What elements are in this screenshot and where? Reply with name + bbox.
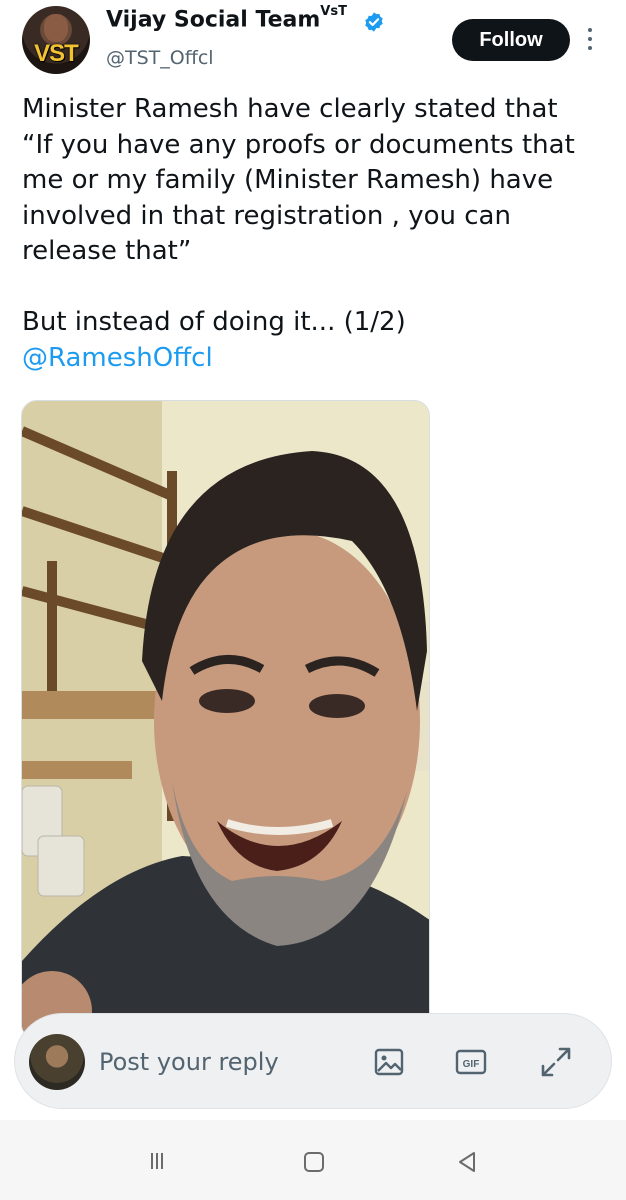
avatar-logo-text: VST (34, 40, 79, 67)
tweet-line: But instead of doing it... (1/2) (22, 307, 406, 337)
tweet-text: Minister Ramesh have clearly stated that… (22, 92, 612, 376)
gif-icon[interactable]: GIF (455, 1046, 487, 1078)
tweet-header: VST Vijay Social TeamVsT @TST_Offcl Foll… (0, 0, 626, 90)
author-avatar[interactable]: VST (22, 6, 90, 74)
expand-icon[interactable] (538, 1044, 574, 1080)
recent-apps-icon[interactable] (146, 1150, 168, 1172)
tweet-line: Minister Ramesh have clearly stated that (22, 94, 558, 124)
reply-composer: GIF (14, 1013, 612, 1109)
author-handle[interactable]: @TST_Offcl (106, 47, 214, 69)
display-name-text: Vijay Social Team (106, 7, 321, 33)
author-display-name[interactable]: Vijay Social TeamVsT (106, 4, 347, 33)
tweet-line: “If you have any proofs or documents tha… (22, 129, 575, 160)
mention-link[interactable]: @RameshOffcl (22, 343, 213, 373)
home-square-icon[interactable] (302, 1150, 326, 1174)
tweet-video[interactable] (21, 400, 430, 1040)
reply-user-avatar (29, 1034, 85, 1090)
display-name-superscript: VsT (320, 4, 347, 19)
tweet-line: involved in that registration , you can (22, 200, 511, 231)
reply-input[interactable] (99, 1042, 359, 1082)
follow-button[interactable]: Follow (452, 19, 570, 61)
svg-text:GIF: GIF (463, 1059, 480, 1070)
avatar-face (44, 14, 68, 42)
image-icon[interactable] (373, 1046, 405, 1078)
tweet-line: me or my family (Minister Ramesh) have (22, 165, 554, 195)
more-vertical-icon[interactable] (583, 28, 597, 56)
video-frame-illustration (22, 401, 429, 1039)
tweet-line: release that” (22, 236, 192, 266)
back-triangle-icon[interactable] (455, 1150, 479, 1174)
verified-badge-icon (365, 12, 383, 32)
